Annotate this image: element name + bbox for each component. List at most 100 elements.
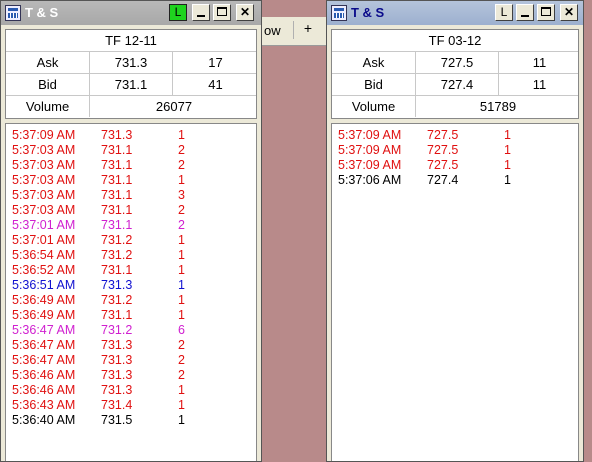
minimize-button[interactable] (192, 4, 210, 21)
trade-price: 727.5 (427, 143, 459, 157)
app-icon[interactable] (331, 5, 347, 21)
trade-size: 2 (178, 203, 185, 217)
trade-row: 5:37:01 AM 731.1 2 (6, 218, 256, 233)
trade-size: 1 (504, 158, 511, 172)
trade-size: 1 (178, 398, 185, 412)
trade-time: 5:36:49 AM (12, 308, 76, 322)
trade-size: 1 (178, 413, 185, 427)
trade-price: 731.5 (101, 413, 133, 427)
trade-price: 731.2 (101, 248, 133, 262)
trade-time: 5:37:03 AM (12, 188, 76, 202)
trade-time: 5:37:03 AM (12, 158, 76, 172)
trade-size: 1 (178, 278, 185, 292)
window-titlebar[interactable]: T & S L ✕ (1, 1, 261, 25)
background-toolbar-text: ow (264, 23, 281, 38)
contract-label: TF 12-11 (105, 33, 157, 48)
trade-row: 5:36:40 AM 731.5 1 (6, 413, 256, 428)
trade-size: 2 (178, 218, 185, 232)
trade-row: 5:36:51 AM 731.3 1 (6, 278, 256, 293)
trade-row: 5:37:06 AM 727.4 1 (332, 173, 578, 188)
trade-price: 731.2 (101, 293, 133, 307)
trade-price: 731.1 (101, 218, 133, 232)
trade-price: 731.3 (101, 338, 133, 352)
ask-size: 17 (172, 52, 258, 73)
bid-label: Bid (364, 77, 383, 92)
trade-row: 5:36:46 AM 731.3 1 (6, 383, 256, 398)
trade-row: 5:37:09 AM 731.3 1 (6, 128, 256, 143)
trade-row: 5:36:49 AM 731.2 1 (6, 293, 256, 308)
trade-time: 5:36:49 AM (12, 293, 76, 307)
trade-row: 5:37:03 AM 731.1 2 (6, 158, 256, 173)
trade-time: 5:37:03 AM (12, 203, 76, 217)
trade-time: 5:37:09 AM (338, 143, 402, 157)
trade-size: 1 (504, 128, 511, 142)
trade-time: 5:37:09 AM (338, 128, 402, 142)
close-button[interactable]: ✕ (560, 4, 578, 21)
trade-price: 731.3 (101, 383, 133, 397)
trade-size: 2 (178, 353, 185, 367)
trade-size: 1 (504, 173, 511, 187)
trade-time: 5:36:47 AM (12, 338, 76, 352)
trade-price: 731.2 (101, 323, 133, 337)
bid-price: 731.1 (89, 74, 172, 95)
trade-row: 5:36:47 AM 731.3 2 (6, 338, 256, 353)
trade-time: 5:37:09 AM (338, 158, 402, 172)
app-icon[interactable] (5, 5, 21, 21)
minimize-icon (197, 15, 205, 17)
trade-size: 1 (178, 248, 185, 262)
window-title: T & S (351, 5, 385, 20)
trade-row: 5:37:01 AM 731.2 1 (6, 233, 256, 248)
bid-size: 11 (498, 74, 580, 95)
trade-time: 5:37:01 AM (12, 218, 76, 232)
minimize-icon (521, 15, 529, 17)
ask-row: Ask 731.3 17 (6, 52, 256, 74)
trade-time: 5:36:51 AM (12, 278, 76, 292)
trade-row: 5:36:46 AM 731.3 2 (6, 368, 256, 383)
trade-row: 5:36:43 AM 731.4 1 (6, 398, 256, 413)
trade-time: 5:36:46 AM (12, 383, 76, 397)
trade-size: 1 (178, 263, 185, 277)
window-titlebar[interactable]: T & S L ✕ (327, 1, 583, 25)
trade-size: 1 (178, 383, 185, 397)
trade-time: 5:36:54 AM (12, 248, 76, 262)
close-button[interactable]: ✕ (236, 4, 254, 21)
add-tab-button[interactable]: + (298, 20, 318, 38)
trade-price: 731.1 (101, 203, 133, 217)
volume-row: Volume 26077 (6, 96, 256, 118)
trade-price: 731.1 (101, 188, 133, 202)
minimize-button[interactable] (516, 4, 534, 21)
trade-price: 727.5 (427, 158, 459, 172)
ask-price: 727.5 (415, 52, 498, 73)
trade-price: 731.1 (101, 263, 133, 277)
trade-price: 731.3 (101, 368, 133, 382)
trade-time: 5:36:47 AM (12, 353, 76, 367)
trade-time: 5:36:43 AM (12, 398, 76, 412)
trade-price: 731.3 (101, 353, 133, 367)
trade-time: 5:37:06 AM (338, 173, 402, 187)
link-button[interactable]: L (495, 4, 513, 21)
trade-price: 731.1 (101, 308, 133, 322)
trade-time: 5:36:46 AM (12, 368, 76, 382)
contract-row: TF 12-11 (6, 30, 256, 52)
maximize-button[interactable] (213, 4, 231, 21)
maximize-icon (217, 7, 227, 16)
trade-size: 1 (178, 173, 185, 187)
trade-tape-list[interactable]: 5:37:09 AM 731.3 1 5:37:03 AM 731.1 2 5:37:03 … (5, 123, 257, 461)
bid-size: 41 (172, 74, 258, 95)
trade-size: 1 (178, 128, 185, 142)
trade-size: 1 (178, 293, 185, 307)
volume-row: Volume 51789 (332, 96, 578, 118)
trade-tape-list[interactable]: 5:37:09 AM 727.5 1 5:37:09 AM 727.5 1 5:37:09 … (331, 123, 579, 461)
ask-label: Ask (36, 55, 59, 70)
time-and-sales-window-tf-12-11: T & S L ✕ TF 12-11 Ask 731.3 17 Bid 731.… (0, 0, 262, 462)
trade-size: 1 (504, 143, 511, 157)
trade-size: 6 (178, 323, 185, 337)
quote-panel: TF 12-11 Ask 731.3 17 Bid 731.1 41 Volum… (5, 29, 257, 119)
volume-value: 51789 (415, 96, 580, 117)
trade-row: 5:37:09 AM 727.5 1 (332, 143, 578, 158)
link-button[interactable]: L (169, 4, 187, 21)
ask-price: 731.3 (89, 52, 172, 73)
trade-row: 5:36:52 AM 731.1 1 (6, 263, 256, 278)
trade-price: 731.1 (101, 158, 133, 172)
maximize-button[interactable] (537, 4, 555, 21)
